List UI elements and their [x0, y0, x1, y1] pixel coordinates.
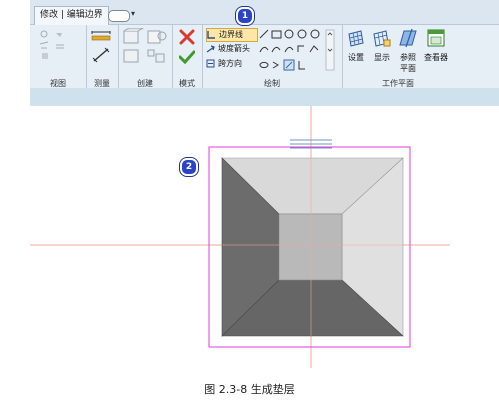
span-direction-button[interactable]: 跨方向 [206, 58, 242, 70]
tab-modify-edit-boundary[interactable]: 修改 | 编辑边界 [34, 6, 109, 25]
figure-caption: 图 2.3-8 生成垫层 [204, 383, 295, 396]
contextual-toggle[interactable] [108, 10, 130, 22]
slope-arrow-button[interactable]: 坡度箭头 [206, 43, 250, 55]
span-direction-label: 跨方向 [218, 59, 242, 68]
ribbon: 修改 | 编辑边界 ▾ 视图 测量 创建 模式 边界线 坡度箭头 跨方向 绘制 … [30, 0, 499, 94]
viewer-icon [427, 29, 445, 47]
pit-bottom-face [278, 213, 343, 281]
set-workplane-button[interactable]: 设置 [344, 28, 368, 63]
boundary-line-label: 边界线 [219, 30, 243, 39]
reference-plane-icon [399, 28, 417, 48]
set-label: 设置 [348, 53, 364, 62]
measure-icon[interactable] [90, 30, 116, 64]
viewer-button[interactable]: 查看器 [422, 28, 450, 63]
pit-slab-shape[interactable] [221, 157, 404, 337]
chevron-down-icon[interactable]: ▾ [131, 9, 135, 18]
reference-plane-button[interactable]: 参照 平面 [396, 28, 420, 74]
boundary-line-button[interactable]: 边界线 [206, 28, 258, 42]
span-direction-icon [206, 59, 215, 68]
panel-measure: 测量 [86, 25, 119, 94]
drawing-canvas[interactable] [0, 106, 499, 376]
panel-workplane: 设置 显示 参照 平面 查看器 工作平面 [342, 25, 454, 94]
callout-1: 1 [236, 7, 254, 25]
panel-mode: 模式 [172, 25, 203, 94]
ribbon-lower-band [30, 88, 499, 106]
create-icons[interactable] [122, 28, 170, 66]
draw-shape-tools[interactable] [258, 28, 338, 74]
ref-plane-label-1: 参照 [400, 53, 416, 62]
panel-view: 视图 [30, 25, 87, 94]
panel-create: 创建 [118, 25, 173, 94]
show-plane-icon [373, 30, 391, 47]
slope-arrow-icon [206, 45, 215, 53]
show-workplane-button[interactable]: 显示 [370, 28, 394, 63]
visibility-icons[interactable] [38, 29, 78, 63]
show-label: 显示 [374, 53, 390, 62]
ref-plane-label-2: 平面 [400, 64, 416, 73]
tab-bar: 修改 | 编辑边界 ▾ [30, 0, 499, 25]
boundary-line-icon [207, 31, 215, 39]
callout-2: 2 [180, 158, 198, 176]
ribbon-panels: 视图 测量 创建 模式 边界线 坡度箭头 跨方向 绘制 设置 显示 参照 平面 … [30, 25, 499, 94]
grid-plane-icon [348, 30, 364, 47]
cancel-edit-icon[interactable] [179, 29, 195, 45]
finish-edit-icon[interactable] [179, 50, 195, 64]
slope-arrow-label: 坡度箭头 [218, 44, 250, 53]
panel-draw: 边界线 坡度箭头 跨方向 绘制 [202, 25, 343, 94]
viewer-label: 查看器 [424, 53, 448, 62]
